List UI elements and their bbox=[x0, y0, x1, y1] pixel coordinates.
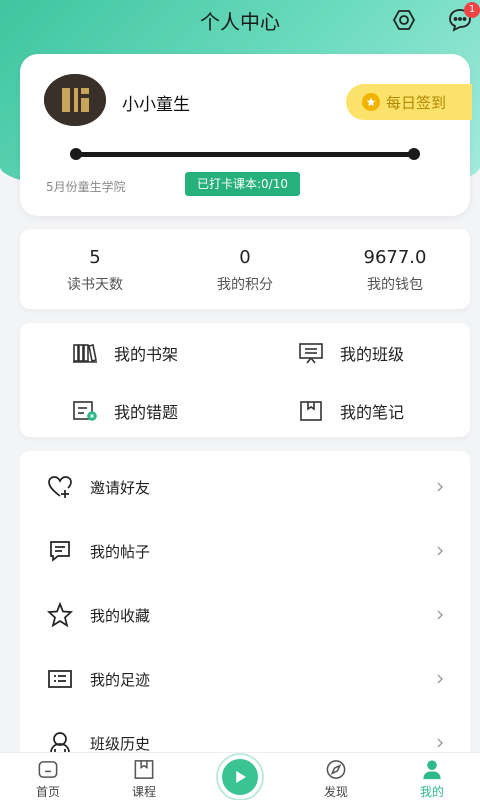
header: 个人中心 1 bbox=[0, 0, 480, 40]
tab-profile[interactable]: 我的 bbox=[384, 753, 480, 800]
checkin-star-icon bbox=[362, 93, 380, 111]
course-icon bbox=[134, 760, 154, 779]
tab-label: 课程 bbox=[131, 785, 156, 799]
punch-status-tag: 已打卡课本:0/10 bbox=[185, 172, 300, 196]
menu-item-label: 邀请好友 bbox=[90, 478, 151, 497]
tab-course[interactable]: 课程 bbox=[96, 753, 192, 800]
my-class-button[interactable]: 我的班级 bbox=[298, 341, 404, 365]
stat-value: 9677.0 bbox=[363, 247, 427, 268]
stat-label: 读书天数 bbox=[67, 277, 123, 293]
daily-checkin-button[interactable]: 每日签到 bbox=[346, 84, 472, 120]
discover-icon bbox=[326, 760, 346, 779]
stat-label: 我的积分 bbox=[217, 277, 273, 293]
menu-item-label: 我的收藏 bbox=[90, 606, 151, 625]
notification-badge: 1 bbox=[464, 2, 480, 18]
menu-item-label: 我的帖子 bbox=[90, 542, 151, 561]
tab-play[interactable] bbox=[192, 753, 288, 800]
tab-home[interactable]: 首页 bbox=[0, 753, 96, 800]
chevron-right-icon bbox=[437, 482, 443, 492]
notes-label: 我的笔记 bbox=[340, 403, 405, 422]
mistakes-label: 我的错题 bbox=[114, 403, 179, 422]
chevron-right-icon bbox=[437, 738, 443, 748]
mistakes-button[interactable]: 我的错题 bbox=[72, 399, 178, 423]
reading-progress-bar bbox=[70, 148, 420, 160]
menu-item-favorites[interactable]: 我的收藏 bbox=[20, 587, 470, 643]
stat-value: 5 bbox=[89, 247, 101, 268]
school-name: 5月份童生学院 bbox=[46, 180, 126, 194]
progress-start-dot bbox=[70, 148, 82, 160]
menu-item-label: 我的足迹 bbox=[90, 670, 151, 689]
avatar[interactable] bbox=[44, 74, 106, 126]
notes-icon bbox=[300, 401, 322, 421]
username: 小小童生 bbox=[122, 95, 190, 115]
chevron-right-icon bbox=[437, 610, 443, 620]
message-icon[interactable]: 1 bbox=[446, 2, 480, 34]
class-board-icon bbox=[299, 343, 323, 364]
tab-label: 我的 bbox=[419, 785, 444, 799]
chat-bubble-icon bbox=[46, 537, 74, 565]
menu-list: 邀请好友 我的帖子 我的收藏 我的足迹 班级历史 bbox=[20, 451, 470, 761]
chevron-right-icon bbox=[437, 674, 443, 684]
stat-points[interactable]: 0 我的积分 bbox=[170, 229, 320, 309]
menu-item-footprints[interactable]: 我的足迹 bbox=[20, 651, 470, 707]
notes-button[interactable]: 我的笔记 bbox=[298, 399, 404, 423]
chevron-right-icon bbox=[437, 546, 443, 556]
home-icon bbox=[38, 761, 58, 778]
profile-card: 小小童生 每日签到 5月份童生学院 已打卡课本:0/10 bbox=[20, 54, 472, 216]
footprint-list-icon bbox=[46, 665, 74, 693]
tab-label: 发现 bbox=[323, 785, 348, 799]
stat-reading-days[interactable]: 5 读书天数 bbox=[20, 229, 170, 309]
bookshelf-label: 我的书架 bbox=[114, 345, 179, 364]
bookshelf-button[interactable]: 我的书架 bbox=[72, 341, 178, 365]
profile-icon bbox=[423, 760, 441, 780]
menu-item-my-posts[interactable]: 我的帖子 bbox=[20, 523, 470, 579]
star-icon bbox=[46, 601, 74, 629]
shortcut-grid: 我的书架 我的班级 我的错题 我的笔记 bbox=[20, 323, 470, 437]
stat-wallet[interactable]: 9677.0 我的钱包 bbox=[320, 229, 470, 309]
my-class-label: 我的班级 bbox=[340, 345, 405, 364]
settings-icon[interactable] bbox=[390, 6, 418, 34]
menu-item-label: 班级历史 bbox=[90, 734, 151, 753]
tab-discover[interactable]: 发现 bbox=[288, 753, 384, 800]
bottom-tab-bar: 首页 课程 发现 我的 bbox=[0, 752, 480, 800]
bookshelf-icon bbox=[73, 344, 97, 363]
heart-plus-icon bbox=[46, 473, 74, 501]
stat-value: 0 bbox=[239, 247, 251, 268]
checkin-label: 每日签到 bbox=[386, 93, 447, 112]
mistakes-icon bbox=[73, 401, 97, 421]
stats-card: 5 读书天数 0 我的积分 9677.0 我的钱包 bbox=[20, 229, 470, 309]
tab-label: 首页 bbox=[35, 785, 60, 799]
stat-label: 我的钱包 bbox=[367, 277, 423, 293]
play-icon bbox=[218, 755, 262, 799]
progress-end-dot bbox=[408, 148, 420, 160]
menu-item-invite-friends[interactable]: 邀请好友 bbox=[20, 459, 470, 515]
